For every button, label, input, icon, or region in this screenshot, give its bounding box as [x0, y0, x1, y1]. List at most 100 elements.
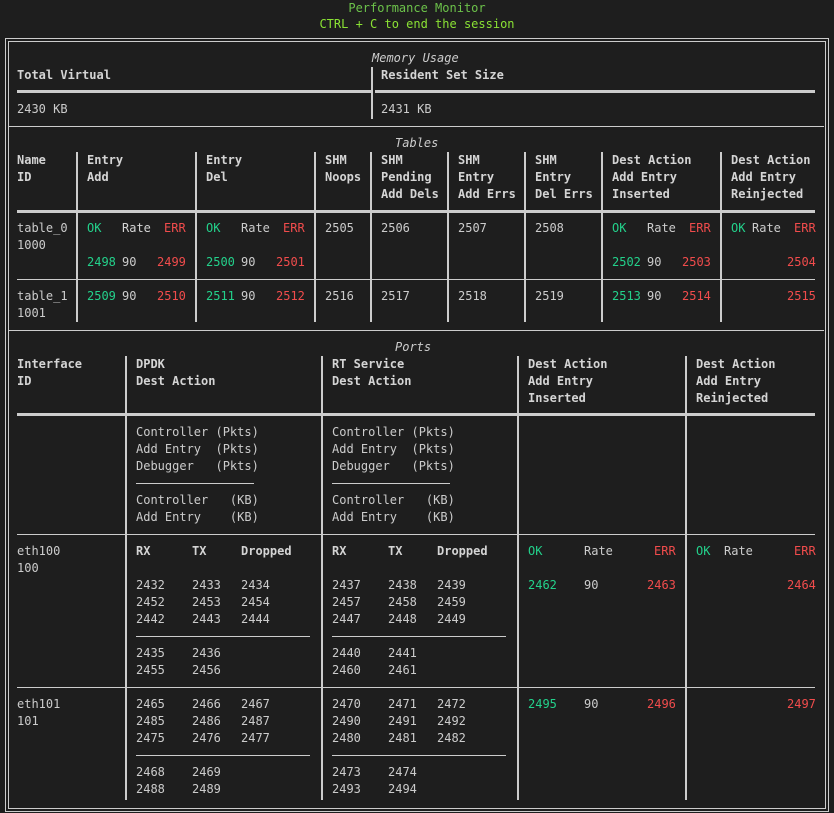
port-rt-rx: 2437 2457 2447 — [332, 578, 361, 626]
ports-col-rt-service: RT Service Dest Action — [332, 357, 412, 388]
tables-row-rule — [17, 279, 815, 280]
memory-divider — [371, 67, 373, 119]
table-row-noops: 2505 — [325, 221, 354, 235]
table-row-add-rate: 90 — [122, 289, 137, 303]
port-dpdk-dropped-label: Dropped — [241, 544, 292, 558]
memory-header-rule-2 — [375, 90, 815, 93]
table-row-ins-ok: 2513 — [612, 289, 641, 303]
ports-col-dpdk: DPDK Dest Action — [136, 357, 216, 388]
tables-vdiv-7 — [601, 152, 603, 322]
ports-row-rule — [17, 687, 815, 688]
tables-del-rate-label: Rate — [241, 221, 270, 235]
port-rt-kb-rx: 2440 2460 — [332, 646, 361, 677]
tables-add-rate-label: Rate — [122, 221, 151, 235]
table-row-add-ok: 2509 — [87, 289, 116, 303]
table-row-add-ok: 2498 — [87, 255, 116, 269]
tables-ins-ok-label: OK — [612, 221, 627, 235]
port-dpdk-kb-rx: 2468 2488 — [136, 765, 165, 796]
port-ins-err: 2496 — [647, 697, 676, 711]
port-dpdk-rx: 2465 2485 2475 — [136, 697, 165, 745]
ports-header-rule — [17, 413, 815, 416]
table-row-id: 1000 — [17, 238, 46, 252]
tables-rein-rate-label: Rate — [752, 221, 781, 235]
port-dpdk-rx: 2432 2452 2442 — [136, 578, 165, 626]
table-row-rein-err: 2504 — [787, 255, 816, 269]
tables-section-title: Tables — [395, 136, 439, 150]
port-dpdk-kb-rx: 2435 2455 — [136, 646, 165, 677]
tables-vdiv-3 — [314, 152, 316, 322]
tables-add-err-label: ERR — [164, 221, 186, 235]
ports-vdiv-4 — [685, 356, 687, 800]
tables-add-ok-label: OK — [87, 221, 102, 235]
tables-del-err-label: ERR — [283, 221, 305, 235]
table-row-del-rate: 90 — [241, 289, 256, 303]
table-row-noops: 2516 — [325, 289, 354, 303]
memory-col-total-virtual: Total Virtual — [17, 68, 111, 82]
ports-col-dest-reinjected: Dest Action Add Entry Reinjected — [696, 357, 776, 405]
ports-dpdk-legend-pkts: Controller (Pkts) Add Entry (Pkts) Debug… — [136, 425, 259, 473]
port-row-iface: eth101 101 — [17, 697, 61, 728]
ports-dpdk-legend-kb: Controller (KB) Add Entry (KB) — [136, 493, 259, 524]
table-row-del-errs: 2519 — [535, 289, 564, 303]
port-ins-ok: 2462 — [528, 578, 557, 592]
port-rt-dropped: 2439 2459 2449 — [437, 578, 466, 626]
tables-col-name: Name ID — [17, 153, 46, 184]
table-row-add-rate: 90 — [122, 255, 137, 269]
table-row-name: table_0 — [17, 221, 68, 235]
memory-section-title: Memory Usage — [372, 51, 459, 65]
table-row-del-ok: 2511 — [206, 289, 235, 303]
port-row-iface: eth100 100 — [17, 544, 61, 575]
table-row-pending: 2517 — [381, 289, 410, 303]
port-rt-rx-label: RX — [332, 544, 347, 558]
table-row-del-err: 2501 — [276, 255, 305, 269]
port-rein-err: 2497 — [787, 697, 816, 711]
tables-del-ok-label: OK — [206, 221, 221, 235]
port-dpdk-rule — [136, 636, 310, 637]
ports-legend-rule — [17, 534, 815, 535]
port-ins-err-label: ERR — [654, 544, 676, 558]
tables-vdiv-4 — [370, 152, 372, 322]
tables-vdiv-8 — [720, 152, 722, 322]
port-ins-ok: 2495 — [528, 697, 557, 711]
port-rt-dropped: 2472 2492 2482 — [437, 697, 466, 745]
memory-col-resident: Resident Set Size — [381, 68, 504, 82]
ports-col-interface: Interface ID — [17, 357, 83, 388]
ports-section-title: Ports — [395, 340, 432, 354]
port-rt-tx: 2471 2491 2481 — [388, 697, 417, 745]
memory-resident-value: 2431 KB — [381, 102, 432, 116]
port-dpdk-dropped: 2467 2487 2477 — [241, 697, 270, 745]
port-ins-ok-label: OK — [528, 544, 543, 558]
table-row-del-errs: 2508 — [535, 221, 564, 235]
tables-header-rule — [17, 210, 815, 213]
ports-rt-legend-rule — [332, 483, 450, 484]
memory-header-rule-1 — [17, 90, 371, 93]
tables-ins-rate-label: Rate — [647, 221, 676, 235]
port-rt-rx: 2470 2490 2480 — [332, 697, 361, 745]
tables-col-shm-add-errs: SHM Entry Add Errs — [458, 153, 516, 201]
table-row-id: 1001 — [17, 306, 46, 320]
port-dpdk-rx-label: RX — [136, 544, 151, 558]
port-rt-kb-tx: 2474 2494 — [388, 765, 417, 796]
port-dpdk-kb-tx: 2469 2489 — [192, 765, 221, 796]
table-row-ins-err: 2503 — [682, 255, 711, 269]
table-row-ins-ok: 2502 — [612, 255, 641, 269]
table-row-ins-err: 2514 — [682, 289, 711, 303]
table-row-del-rate: 90 — [241, 255, 256, 269]
ports-rt-legend-kb: Controller (KB) Add Entry (KB) — [332, 493, 455, 524]
port-ins-rate-label: Rate — [584, 544, 613, 558]
tables-col-entry-add: Entry Add — [87, 153, 124, 184]
port-ins-rate: 90 — [584, 697, 599, 711]
table-row-del-err: 2512 — [276, 289, 305, 303]
port-ins-err: 2463 — [647, 578, 676, 592]
tables-col-shm-pending: SHM Pending Add Dels — [381, 153, 439, 201]
port-rein-err-label: ERR — [794, 544, 816, 558]
tables-vdiv-5 — [447, 152, 449, 322]
table-row-del-ok: 2500 — [206, 255, 235, 269]
tables-col-entry-del: Entry Del — [206, 153, 243, 184]
table-row-add-errs: 2507 — [458, 221, 487, 235]
app-subtitle: CTRL + C to end the session — [319, 17, 515, 31]
tables-vdiv-1 — [76, 152, 78, 322]
port-rt-rule — [332, 636, 506, 637]
ports-vdiv-2 — [321, 356, 323, 800]
section-separator — [8, 126, 824, 127]
